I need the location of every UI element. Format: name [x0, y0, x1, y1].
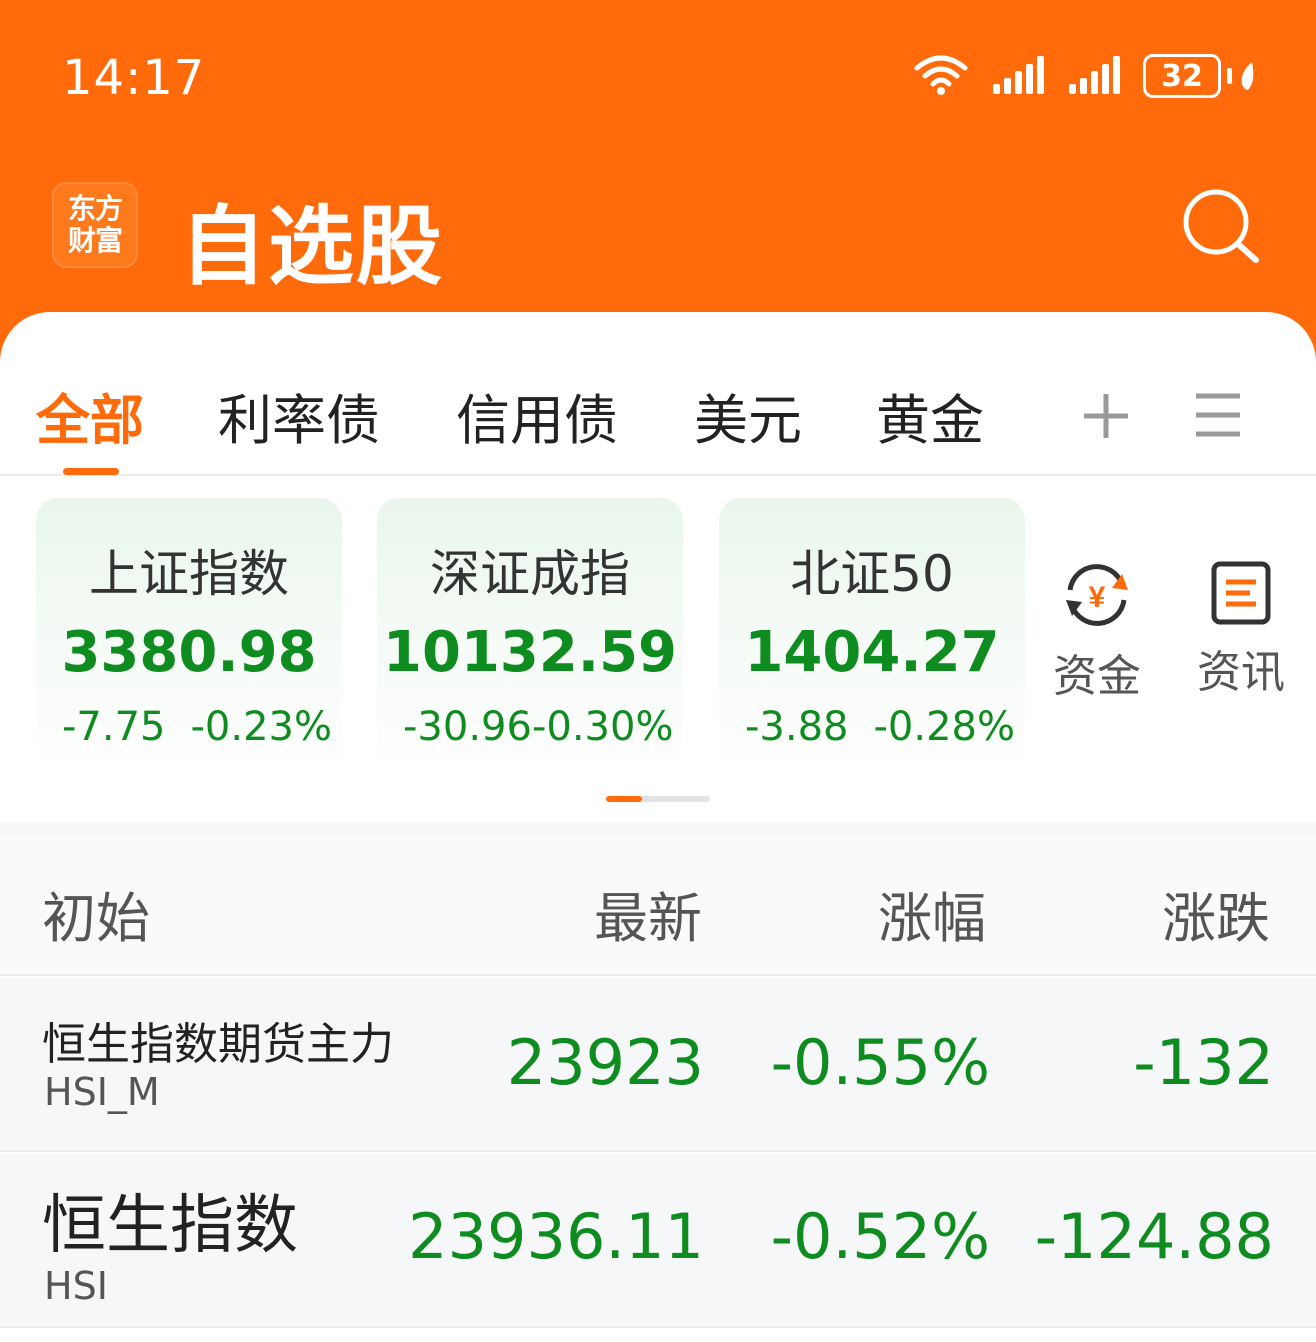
index-name: 北证50 [790, 545, 954, 603]
stock-change: -124.88 [1034, 1200, 1274, 1273]
index-card-beizheng50[interactable]: 北证50 1404.27 -3.88 -0.28% [719, 498, 1025, 776]
carousel-indicator [606, 796, 710, 802]
tab-rate-bond[interactable]: 利率债 [218, 376, 380, 455]
app-header: 14:17 32 东方 财富 自选股 [0, 0, 1316, 360]
tab-gold[interactable]: 黄金 [876, 376, 984, 455]
stock-code: HSI_M [44, 1070, 160, 1114]
tab-usd[interactable]: 美元 [694, 376, 802, 455]
column-change-pct[interactable]: 涨幅 [878, 874, 986, 953]
wifi-icon [913, 52, 969, 100]
list-header: 初始 最新 涨幅 涨跌 [0, 836, 1316, 976]
status-time: 14:17 [62, 50, 206, 106]
add-icon [1084, 394, 1128, 438]
index-value: 3380.98 [61, 620, 317, 685]
app-logo: 东方 财富 [52, 182, 138, 268]
status-icons: 32 [913, 52, 1258, 100]
stock-name: 恒生指数 [42, 1189, 298, 1263]
stock-latest: 23923 [506, 1026, 704, 1099]
svg-text:¥: ¥ [1089, 581, 1106, 614]
logo-text-line2: 财富 [67, 224, 123, 257]
stock-name: 恒生指数期货主力 [42, 1019, 394, 1070]
table-row[interactable]: 恒生指数 HSI 23936.11 -0.52% -124.88 [0, 1154, 1316, 1328]
search-button[interactable] [1180, 188, 1262, 266]
column-latest[interactable]: 最新 [594, 874, 702, 953]
tab-menu-button[interactable] [1194, 392, 1242, 442]
search-icon [1183, 189, 1259, 263]
index-change: -30.96 [403, 704, 532, 750]
stock-change-pct: -0.55% [770, 1026, 990, 1099]
news-button[interactable]: 资讯 [1186, 560, 1296, 700]
fund-flow-icon: ¥ [1066, 564, 1128, 626]
signal-icon [1067, 54, 1121, 98]
logo-text-line1: 东方 [67, 192, 123, 225]
index-value: 1404.27 [744, 620, 1000, 685]
page-title: 自选股 [180, 197, 444, 297]
battery-level: 32 [1143, 54, 1221, 98]
index-change-pct: -0.23% [190, 704, 332, 750]
column-change[interactable]: 涨跌 [1162, 874, 1270, 953]
quick-link-label: 资金 [1053, 651, 1141, 702]
stock-change: -132 [1133, 1026, 1274, 1099]
content-card: 全部 利率债 信用债 美元 黄金 上证指数 3380.98 -7.75 -0.2… [0, 312, 1316, 822]
stock-code: HSI [44, 1264, 108, 1308]
index-name: 上证指数 [89, 545, 289, 603]
fund-flow-button[interactable]: ¥ 资金 [1042, 560, 1152, 704]
index-value: 10132.59 [382, 620, 678, 685]
column-name[interactable]: 初始 [42, 874, 150, 953]
news-icon [1211, 561, 1271, 625]
tab-credit-bond[interactable]: 信用债 [456, 376, 618, 455]
stock-latest: 23936.11 [408, 1200, 704, 1273]
stock-change-pct: -0.52% [770, 1200, 990, 1273]
menu-icon [1196, 393, 1240, 437]
quick-link-label: 资讯 [1197, 647, 1285, 698]
index-change-pct: -0.28% [873, 704, 1015, 750]
index-card-shanghai[interactable]: 上证指数 3380.98 -7.75 -0.23% [36, 498, 342, 776]
table-row[interactable]: 恒生指数期货主力 HSI_M 23923 -0.55% -132 [0, 978, 1316, 1152]
tab-bar: 全部 利率债 信用债 美元 黄金 [0, 312, 1316, 476]
index-name: 深证成指 [430, 545, 630, 603]
index-change: -3.88 [745, 704, 849, 750]
index-change: -7.75 [62, 704, 166, 750]
charging-leaf-icon [1241, 62, 1254, 90]
index-card-shenzhen[interactable]: 深证成指 10132.59 -30.96 -0.30% [377, 498, 683, 776]
battery-icon: 32 [1143, 54, 1258, 98]
index-change-pct: -0.30% [531, 704, 674, 750]
watchlist: 初始 最新 涨幅 涨跌 恒生指数期货主力 HSI_M 23923 -0.55% … [0, 836, 1316, 1342]
signal-icon [991, 54, 1045, 98]
add-tab-button[interactable] [1080, 390, 1132, 446]
active-tab-indicator [63, 468, 119, 475]
tab-all[interactable]: 全部 [36, 376, 144, 455]
